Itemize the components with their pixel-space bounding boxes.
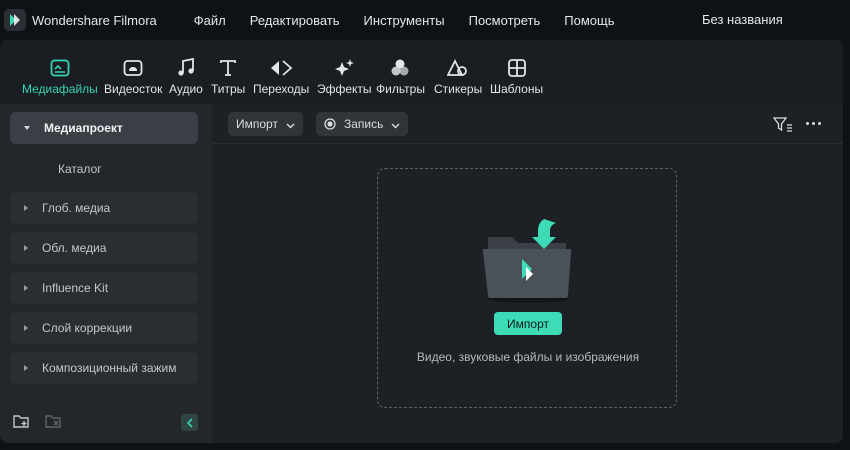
sidebar-item-label: Глоб. медиа <box>42 201 111 215</box>
tab-audio-label: Аудио <box>169 82 203 96</box>
media-panel: Медиафайлы Видеосток Аудио Титры Переход… <box>0 40 843 443</box>
menu-file[interactable]: Файл <box>194 13 226 28</box>
sidebar-item-label: Обл. медиа <box>42 241 107 255</box>
tab-templates-label: Шаблоны <box>490 82 544 96</box>
tab-effects-label: Эффекты <box>317 82 372 96</box>
more-options-icon[interactable] <box>806 122 824 125</box>
tab-stock-label: Видеосток <box>104 82 163 96</box>
tab-stickers-label: Стикеры <box>434 82 483 96</box>
record-icon <box>324 118 336 130</box>
tab-audio[interactable]: Аудио <box>169 56 203 96</box>
menu-view[interactable]: Посмотреть <box>469 13 541 28</box>
delete-folder-icon[interactable] <box>45 414 62 432</box>
filter-icon[interactable] <box>772 116 793 135</box>
import-button[interactable]: Импорт <box>494 312 562 335</box>
media-sidebar: Медиапроект Каталог Глоб. медиа Обл. мед… <box>0 104 212 443</box>
music-note-icon <box>177 56 195 80</box>
tab-stock[interactable]: Видеосток <box>104 56 162 96</box>
sidebar-item-label: Influence Kit <box>42 281 109 295</box>
media-library: Импорт Запись Импорт Видео, звуковые фай… <box>212 104 843 443</box>
tab-filters[interactable]: Фильтры <box>376 56 425 96</box>
tab-templates[interactable]: Шаблоны <box>490 56 543 96</box>
sidebar-item-global-media[interactable]: Глоб. медиа <box>10 192 198 224</box>
chevron-right-icon <box>24 245 28 251</box>
sidebar-item-adjustment-layer[interactable]: Слой коррекции <box>10 312 198 344</box>
sidebar-footer <box>0 402 212 442</box>
sidebar-item-label: Медиапроект <box>44 121 123 135</box>
import-dropdown-label: Импорт <box>236 117 278 131</box>
stickers-icon <box>447 56 469 80</box>
asset-toolbar: Медиафайлы Видеосток Аудио Титры Переход… <box>0 40 843 104</box>
tab-titles-label: Титры <box>211 82 246 96</box>
tab-stickers[interactable]: Стикеры <box>434 56 482 96</box>
chevron-right-icon <box>24 285 28 291</box>
collapse-left-icon[interactable] <box>181 414 198 431</box>
tab-titles[interactable]: Титры <box>211 56 245 96</box>
effects-sparkle-icon <box>333 56 355 80</box>
library-toolbar: Импорт Запись <box>212 104 843 144</box>
cloud-stock-icon <box>123 56 143 80</box>
import-folder-icon <box>482 215 574 308</box>
record-dropdown[interactable]: Запись <box>316 112 409 136</box>
sidebar-item-label: Композиционный зажим <box>42 361 177 375</box>
title-bar: Wondershare Filmora Файл Редактировать И… <box>0 0 850 40</box>
tab-filters-label: Фильтры <box>376 82 425 96</box>
project-title: Без названия <box>702 12 783 27</box>
sidebar-item-cloud-media[interactable]: Обл. медиа <box>10 232 198 264</box>
record-dropdown-label: Запись <box>344 117 384 131</box>
chevron-right-icon <box>24 325 28 331</box>
menu-edit[interactable]: Редактировать <box>250 13 340 28</box>
tab-transitions-label: Переходы <box>253 82 310 96</box>
import-dropzone[interactable]: Импорт Видео, звуковые файлы и изображен… <box>377 168 677 408</box>
templates-icon <box>507 56 527 80</box>
chevron-right-icon <box>24 205 28 211</box>
tab-media-label: Медиафайлы <box>22 82 98 96</box>
transition-icon <box>269 56 293 80</box>
app-name: Wondershare Filmora <box>32 12 157 28</box>
chevron-right-icon <box>24 365 28 371</box>
import-dropdown[interactable]: Импорт <box>228 112 303 136</box>
chevron-down-icon <box>24 126 30 130</box>
text-icon <box>219 56 237 80</box>
filters-icon <box>390 56 410 80</box>
media-icon <box>50 56 70 80</box>
tab-effects[interactable]: Эффекты <box>317 56 372 96</box>
sidebar-item-label: Слой коррекции <box>42 321 133 335</box>
sidebar-item-catalog[interactable]: Каталог <box>58 162 102 176</box>
dropzone-hint: Видео, звуковые файлы и изображения <box>416 350 640 364</box>
menu-help[interactable]: Помощь <box>564 13 614 28</box>
sidebar-item-influence-kit[interactable]: Influence Kit <box>10 272 198 304</box>
tab-media[interactable]: Медиафайлы <box>22 56 98 96</box>
chevron-down-icon <box>391 117 400 132</box>
tab-transitions[interactable]: Переходы <box>253 56 309 96</box>
menu-bar: Файл Редактировать Инструменты Посмотрет… <box>194 13 639 28</box>
chevron-down-icon <box>286 117 295 132</box>
sidebar-item-compound-clip[interactable]: Композиционный зажим <box>10 352 198 384</box>
new-folder-icon[interactable] <box>13 414 30 432</box>
menu-tools[interactable]: Инструменты <box>364 13 445 28</box>
filmora-logo-icon <box>4 9 26 31</box>
sidebar-item-project-media[interactable]: Медиапроект <box>10 112 198 144</box>
